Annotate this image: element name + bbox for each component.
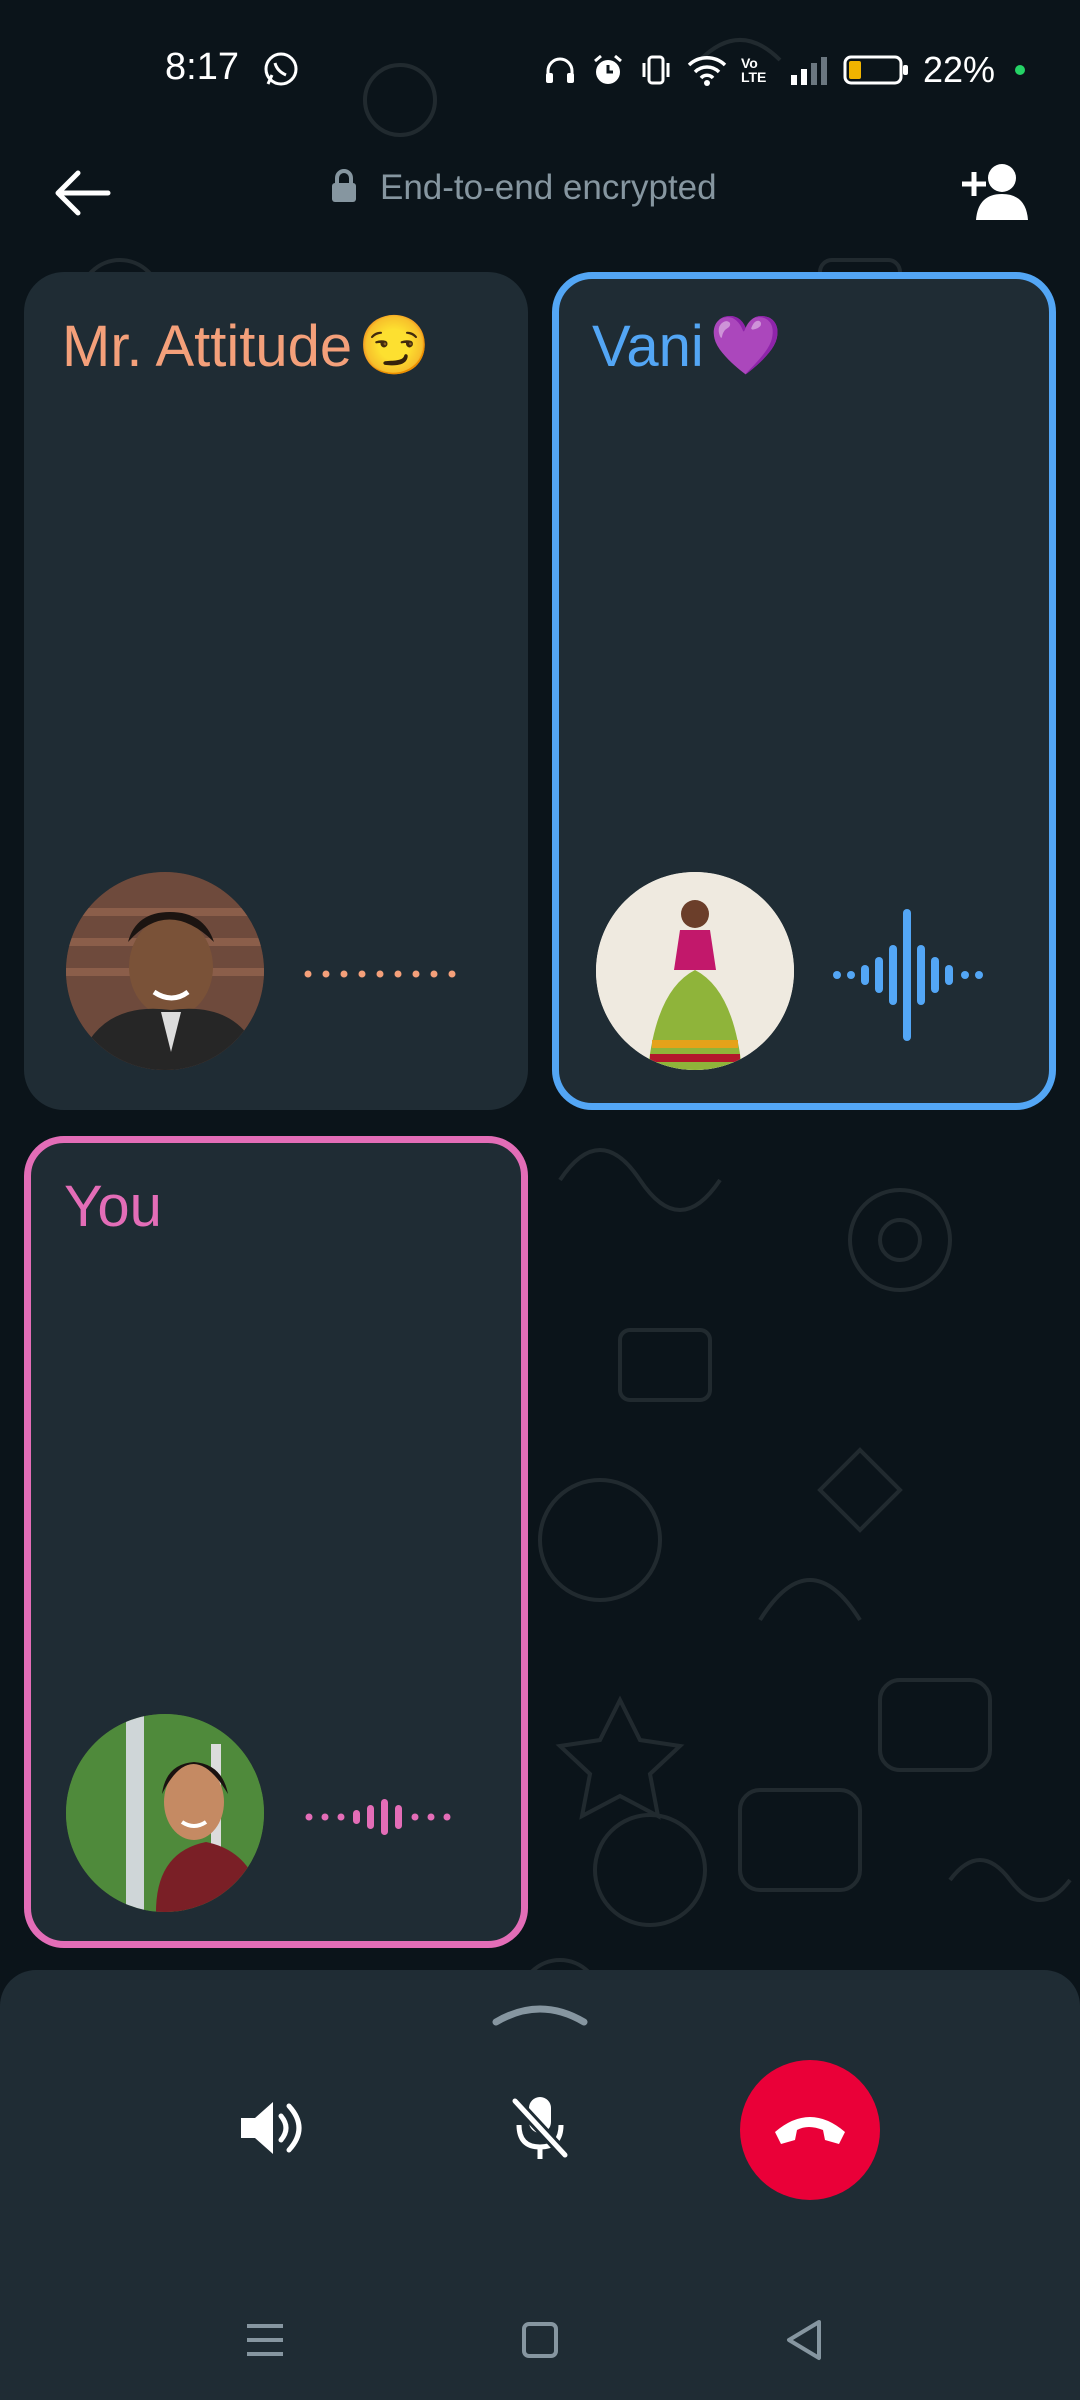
home-icon[interactable] bbox=[510, 2310, 570, 2370]
online-dot bbox=[1015, 65, 1025, 75]
participant-tile-mr-attitude[interactable]: Mr. Attitude 😏 bbox=[24, 272, 528, 1110]
battery-percent: 22% bbox=[922, 49, 995, 90]
avatar bbox=[66, 872, 264, 1070]
back-icon[interactable] bbox=[775, 2310, 835, 2370]
menu-icon[interactable] bbox=[235, 2310, 295, 2370]
system-navigation-bar bbox=[0, 2270, 1080, 2400]
participant-emoji: 💜 bbox=[709, 313, 782, 378]
status-bar: 8:17 Vo LTE 22% bbox=[0, 0, 1080, 140]
end-call-button[interactable] bbox=[740, 2060, 880, 2200]
avatar bbox=[66, 1714, 264, 1912]
mic-off-icon bbox=[507, 2093, 573, 2167]
call-header: End-to-end encrypted bbox=[0, 150, 1080, 230]
lock-icon bbox=[330, 168, 358, 208]
participant-name-text: Mr. Attitude bbox=[62, 313, 353, 379]
status-time: 8:17 bbox=[165, 46, 239, 88]
signal-icon bbox=[789, 53, 829, 87]
end-call-icon bbox=[771, 2108, 849, 2152]
speaker-button[interactable] bbox=[200, 2060, 340, 2200]
whatsapp-icon bbox=[262, 50, 302, 90]
participant-name: Vani 💜 bbox=[592, 312, 782, 380]
speaker-icon bbox=[237, 2098, 303, 2162]
audio-wave-low bbox=[305, 1799, 451, 1835]
mute-button[interactable] bbox=[470, 2060, 610, 2200]
participant-name-text: You bbox=[64, 1174, 162, 1239]
expand-handle-icon[interactable] bbox=[490, 2000, 590, 2028]
wifi-icon bbox=[687, 53, 727, 87]
audio-wave-idle bbox=[304, 970, 456, 978]
call-controls-panel bbox=[0, 1970, 1080, 2400]
battery-icon bbox=[843, 53, 909, 87]
volte-icon: Vo LTE bbox=[740, 55, 767, 85]
headphones-icon bbox=[543, 53, 577, 87]
back-arrow-icon[interactable] bbox=[50, 168, 114, 218]
participant-tile-vani[interactable]: Vani 💜 bbox=[552, 272, 1056, 1110]
participant-name: You bbox=[64, 1173, 168, 1240]
add-person-icon[interactable] bbox=[958, 160, 1030, 222]
encryption-text: End-to-end encrypted bbox=[380, 168, 717, 207]
avatar bbox=[596, 872, 794, 1070]
alarm-icon bbox=[591, 53, 625, 87]
vibrate-icon bbox=[639, 53, 673, 87]
audio-wave-speaking bbox=[833, 909, 983, 1041]
participant-name: Mr. Attitude 😏 bbox=[62, 312, 430, 380]
encryption-notice[interactable]: End-to-end encrypted bbox=[330, 168, 717, 208]
participant-tile-you[interactable]: You bbox=[24, 1136, 528, 1948]
participant-emoji: 😏 bbox=[358, 313, 431, 378]
participant-name-text: Vani bbox=[592, 313, 704, 379]
